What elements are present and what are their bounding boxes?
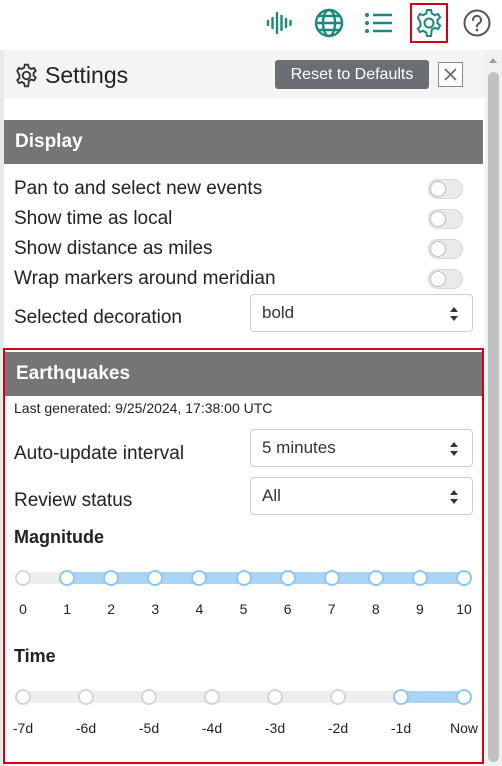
toggle-knob [430,181,446,197]
slider-tick-label: 9 [415,601,424,617]
slider-tick-label: 8 [371,601,380,617]
slider-tick-label: -1d [390,720,412,736]
decoration-select[interactable]: bold [250,294,473,332]
slider-step-dot[interactable] [411,570,428,586]
slider-tick-label: -2d [327,720,349,736]
toggle-knob [430,241,446,257]
slider-tick-label: 0 [19,601,27,617]
waveform-icon[interactable] [263,5,297,41]
slider-handle[interactable] [456,570,472,586]
select-arrows-icon [450,490,458,504]
slider-tick-label: 1 [63,601,71,617]
slider-tick-label: 2 [107,601,116,617]
settings-gear-icon [16,63,37,88]
slider-tick-label: 10 [456,601,472,617]
close-icon [444,68,457,81]
auto-update-select-value: 5 minutes [262,438,336,457]
select-arrows-icon [450,442,458,456]
toggle-knob [430,271,446,287]
select-arrows-icon [450,307,458,321]
slider-handle[interactable] [456,689,472,705]
list-icon[interactable] [362,5,396,41]
help-icon[interactable] [460,5,494,41]
toggle-label-miles: Show distance as miles [14,238,213,259]
gear-icon[interactable] [410,3,448,43]
scroll-up-icon[interactable] [489,58,497,63]
slider-step-dot[interactable] [330,689,346,705]
toggle-pan-to-new-events[interactable] [428,179,463,199]
page-title: Settings [14,62,128,89]
slider-tick-label: 3 [151,601,160,617]
magnitude-title: Magnitude [14,527,104,547]
auto-update-select[interactable]: 5 minutes [250,429,473,467]
globe-icon[interactable] [312,5,346,41]
toggle-label-pan: Pan to and select new events [14,178,263,199]
slider-tick-label: 7 [327,601,336,617]
slider-tick-label: -6d [75,720,97,736]
toggle-wrap-markers[interactable] [428,269,463,289]
toggle-label-wrap: Wrap markers around meridian [14,268,276,289]
slider-tick-label: -4d [201,720,223,736]
toggle-time-local[interactable] [428,209,463,229]
slider-step-dot[interactable] [323,570,340,586]
slider-tick-label: -3d [264,720,286,736]
auto-update-label: Auto-update interval [14,443,185,464]
slider-step-dot[interactable] [191,570,208,586]
slider-step-dot[interactable] [15,570,31,586]
slider-tick-label: -5d [138,720,160,736]
earthquakes-section-header[interactable]: Earthquakes [5,352,482,396]
slider-tick-label: 5 [239,601,248,617]
slider-step-dot[interactable] [279,570,296,586]
toggle-knob [430,211,446,227]
slider-handle[interactable] [59,570,76,586]
review-status-select[interactable]: All [250,477,473,515]
slider-handle[interactable] [393,689,409,705]
decoration-label: Selected decoration [14,307,182,328]
toggle-label-local-time: Show time as local [14,208,173,229]
slider-selected-range [67,572,464,584]
slider-step-dot[interactable] [15,689,31,705]
slider-step-dot[interactable] [103,570,120,586]
review-status-select-value: All [262,486,281,505]
slider-step-dot[interactable] [78,689,94,705]
display-section-header[interactable]: Display [4,120,483,164]
reset-to-defaults-button[interactable]: Reset to Defaults [275,60,429,89]
slider-tick-label: Now [449,720,479,736]
slider-step-dot[interactable] [204,689,220,705]
settings-header: Settings Reset to Defaults [4,50,485,98]
scrollbar-thumb[interactable] [488,72,499,762]
time-title: Time [14,646,56,666]
settings-title-text: Settings [45,62,129,88]
close-button[interactable] [438,62,463,87]
slider-selected-range [401,691,464,703]
slider-tick-label: -7d [12,720,34,736]
decoration-select-value: bold [262,303,295,322]
slider-step-dot[interactable] [267,689,283,705]
toggle-distance-miles[interactable] [428,239,463,259]
slider-tick-label: 6 [283,601,292,617]
slider-step-dot[interactable] [235,570,252,586]
slider-step-dot[interactable] [367,570,384,586]
review-status-label: Review status [14,490,133,511]
slider-step-dot[interactable] [141,689,157,705]
slider-tick-label: 4 [195,601,204,617]
slider-step-dot[interactable] [147,570,164,586]
last-generated-text: Last generated: 9/25/2024, 17:38:00 UTC [14,400,273,416]
settings-panel: Settings Reset to Defaults Display Pan t… [0,0,502,766]
top-toolbar [0,0,502,50]
